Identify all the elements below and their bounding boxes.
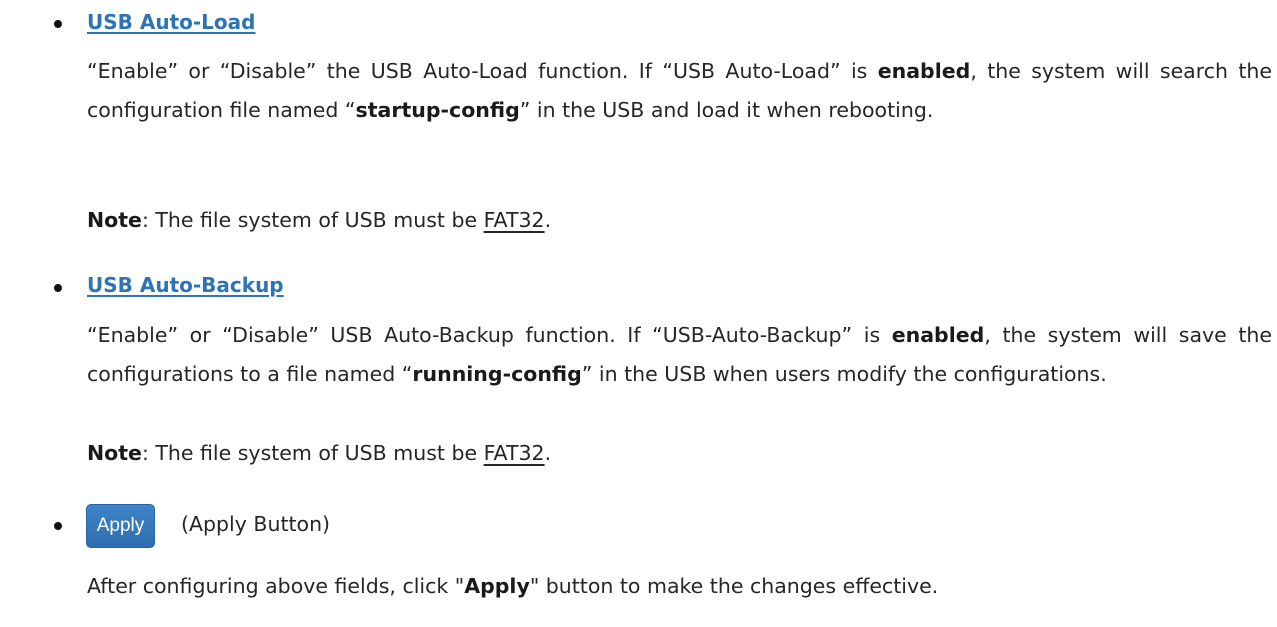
paragraph-usb-auto-backup: “Enable” or “Disable” USB Auto-Backup fu… — [87, 316, 1272, 394]
note-filesystem: FAT32 — [483, 208, 545, 232]
bullet-usb-auto-backup — [54, 284, 62, 292]
note-filesystem: FAT32 — [483, 441, 545, 465]
note-end: . — [544, 441, 552, 465]
paragraph-usb-auto-load: “Enable” or “Disable” the USB Auto-Load … — [87, 52, 1272, 130]
heading-usb-auto-backup[interactable]: USB Auto-Backup — [87, 273, 284, 297]
note-usb-auto-load: Note: The file system of USB must be FAT… — [87, 208, 551, 232]
bold-startup-config: startup-config — [355, 98, 520, 122]
apply-button[interactable]: Apply — [86, 504, 155, 548]
text: ” in the USB and load it when rebooting. — [519, 98, 934, 122]
text: “Enable” or “Disable” the USB Auto-Load … — [87, 59, 878, 83]
apply-button-description: (Apply Button) — [181, 512, 331, 536]
bold-enabled: enabled — [891, 323, 985, 347]
text: ” in the USB when users modify the confi… — [581, 362, 1107, 386]
heading-usb-auto-load[interactable]: USB Auto-Load — [87, 10, 255, 34]
bullet-apply — [54, 522, 62, 530]
bold-running-config: running-config — [412, 362, 582, 386]
note-end: . — [544, 208, 552, 232]
bold-apply: Apply — [464, 574, 530, 598]
note-usb-auto-backup: Note: The file system of USB must be FAT… — [87, 441, 551, 465]
text: After configuring above fields, click " — [87, 574, 465, 598]
note-label: Note — [87, 208, 142, 232]
bold-enabled: enabled — [877, 59, 971, 83]
note-text: : The file system of USB must be — [141, 208, 484, 232]
note-text: : The file system of USB must be — [141, 441, 484, 465]
bullet-usb-auto-load — [54, 20, 62, 28]
text: " button to make the changes effective. — [529, 574, 939, 598]
text: “Enable” or “Disable” USB Auto-Backup fu… — [87, 323, 892, 347]
apply-instruction: After configuring above fields, click "A… — [87, 574, 938, 598]
note-label: Note — [87, 441, 142, 465]
